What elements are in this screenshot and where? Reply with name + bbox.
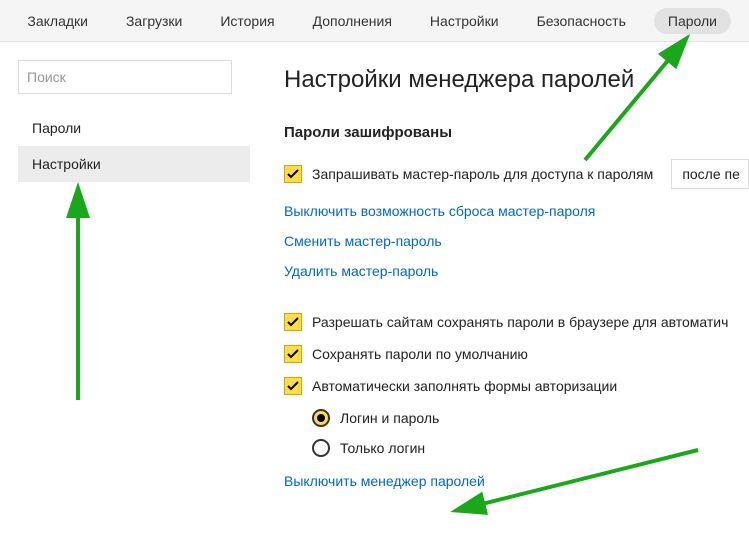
label-save-default: Сохранять пароли по умолчанию: [312, 346, 528, 362]
sidebar-item-passwords[interactable]: Пароли: [18, 110, 250, 146]
tab-bookmarks[interactable]: Закладки: [17, 8, 98, 34]
select-master-timeout[interactable]: после пе: [671, 159, 749, 189]
checkbox-request-master[interactable]: [284, 165, 302, 183]
link-change-master[interactable]: Сменить мастер-пароль: [284, 233, 749, 249]
label-request-master: Запрашивать мастер-пароль для доступа к …: [312, 166, 653, 182]
tab-history[interactable]: История: [210, 8, 284, 34]
radio-login-password[interactable]: [312, 409, 330, 427]
checkbox-allow-save[interactable]: [284, 313, 302, 331]
tab-security[interactable]: Безопасность: [527, 8, 636, 34]
checkbox-save-default[interactable]: [284, 345, 302, 363]
sidebar: Пароли Настройки: [0, 42, 250, 537]
section-heading-encrypted: Пароли зашифрованы: [284, 124, 749, 141]
content-area: Настройки менеджера паролей Пароли зашиф…: [250, 42, 749, 537]
tab-downloads[interactable]: Загрузки: [116, 8, 192, 34]
tab-settings[interactable]: Настройки: [420, 8, 509, 34]
page-title: Настройки менеджера паролей: [284, 66, 749, 94]
radio-login-only[interactable]: [312, 439, 330, 457]
label-allow-save: Разрешать сайтам сохранять пароли в брау…: [312, 314, 728, 330]
link-delete-master[interactable]: Удалить мастер-пароль: [284, 263, 749, 279]
tab-passwords[interactable]: Пароли: [654, 8, 731, 34]
label-autofill: Автоматически заполнять формы авторизаци…: [312, 378, 617, 394]
label-login-password: Логин и пароль: [340, 410, 439, 426]
link-disable-reset[interactable]: Выключить возможность сброса мастер-паро…: [284, 203, 749, 219]
search-wrap: [18, 60, 232, 94]
label-login-only: Только логин: [340, 440, 425, 456]
checkbox-autofill[interactable]: [284, 377, 302, 395]
tab-addons[interactable]: Дополнения: [303, 8, 402, 34]
top-tabs: Закладки Загрузки История Дополнения Нас…: [0, 0, 749, 42]
search-input[interactable]: [27, 69, 223, 85]
link-disable-manager[interactable]: Выключить менеджер паролей: [284, 473, 749, 489]
sidebar-item-settings[interactable]: Настройки: [18, 146, 250, 182]
